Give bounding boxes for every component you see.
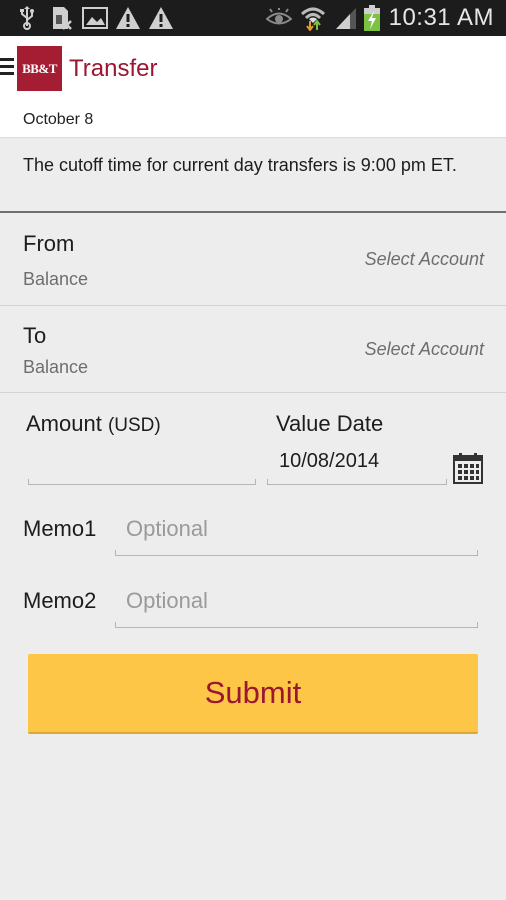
value-date-label: Value Date: [276, 411, 384, 436]
status-time: 10:31 AM: [388, 4, 494, 31]
input-edge: [255, 479, 256, 484]
usb-icon: [18, 6, 36, 30]
wifi-icon: [300, 6, 326, 31]
from-label: From: [23, 231, 75, 256]
memo1-placeholder: Optional: [126, 516, 208, 541]
page-title: Transfer: [69, 55, 158, 82]
cutoff-notice-text: The cutoff time for current day transfer…: [23, 155, 457, 175]
app-bar: BB&T Transfer: [0, 36, 506, 102]
eye-icon: [266, 6, 292, 30]
input-edge: [477, 622, 478, 627]
value-date-value: 10/08/2014: [279, 450, 380, 472]
from-select-account[interactable]: Select Account: [365, 249, 484, 270]
value-date-input[interactable]: 10/08/2014: [267, 448, 447, 485]
memo2-placeholder: Optional: [126, 588, 208, 613]
gallery-icon: [82, 6, 108, 30]
amount-label-text: Amount: [26, 411, 102, 436]
submit-button[interactable]: Submit: [28, 654, 478, 734]
input-edge: [477, 550, 478, 555]
input-edge: [28, 479, 29, 484]
input-edge: [115, 550, 116, 555]
signal-icon: [334, 6, 358, 30]
cutoff-notice: The cutoff time for current day transfer…: [0, 139, 506, 213]
date-header: October 8: [0, 102, 506, 138]
menu-icon[interactable]: [0, 58, 14, 76]
to-balance-label: Balance: [23, 357, 89, 377]
to-label: To: [23, 323, 47, 348]
memo2-label: Memo2: [23, 588, 97, 613]
to-account-row[interactable]: To Balance Select Account: [0, 306, 506, 393]
battery-charging-icon: [362, 5, 382, 31]
status-bar: 10:31 AM: [0, 0, 506, 36]
from-balance-label: Balance: [23, 269, 89, 289]
calendar-icon[interactable]: [453, 452, 483, 484]
to-select-account[interactable]: Select Account: [365, 339, 484, 360]
memo1-input[interactable]: Optional: [115, 510, 478, 556]
warning-icon: [115, 6, 141, 30]
memo1-label: Memo1: [23, 516, 97, 541]
input-edge: [267, 479, 268, 484]
amount-input[interactable]: [28, 448, 256, 485]
bbt-logo[interactable]: BB&T: [17, 46, 62, 91]
amount-currency: (USD): [107, 415, 161, 436]
input-edge: [446, 479, 447, 484]
warning-icon: [148, 6, 174, 30]
from-account-row[interactable]: From Balance Select Account: [0, 215, 506, 306]
date-header-text: October 8: [23, 111, 94, 128]
sim-card-x-icon: [50, 6, 74, 30]
input-edge: [115, 622, 116, 627]
amount-label: Amount (USD): [26, 411, 161, 437]
memo2-input[interactable]: Optional: [115, 582, 478, 628]
